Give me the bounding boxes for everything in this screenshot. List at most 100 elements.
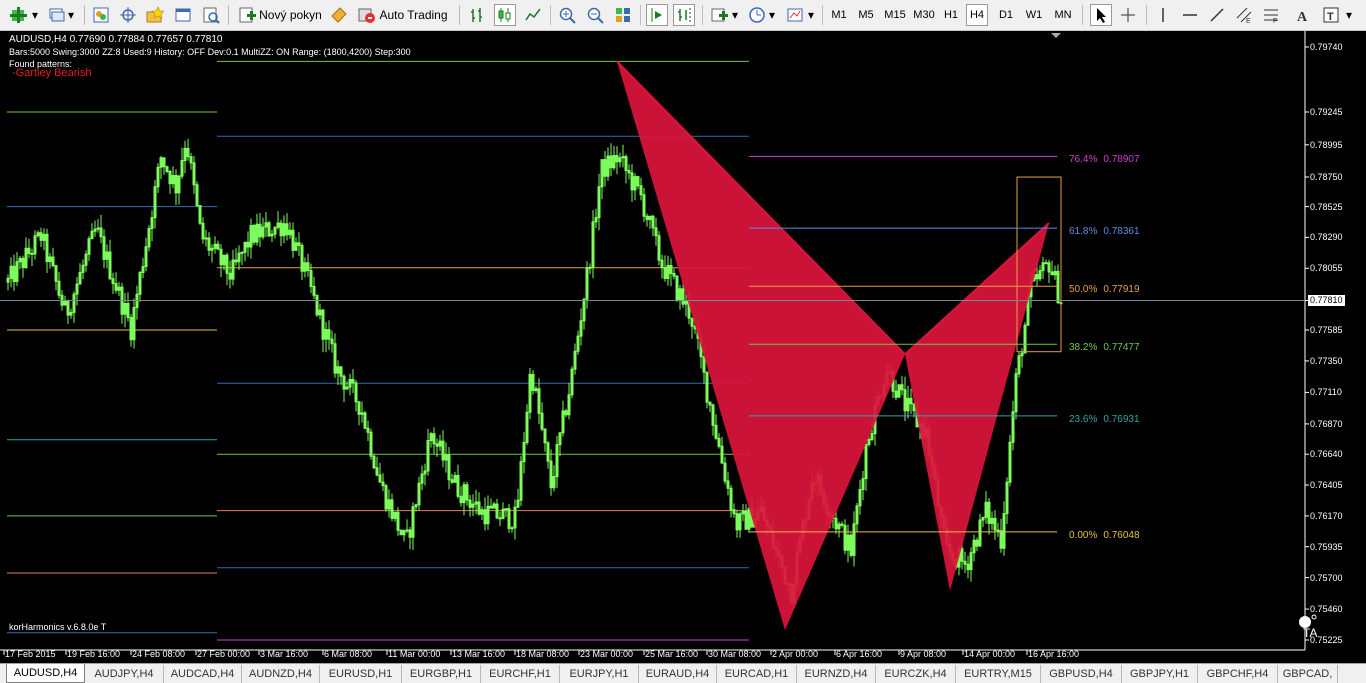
price-tick-label: 0.76640: [1310, 449, 1343, 460]
chevron-down-icon[interactable]: ▾: [805, 4, 817, 26]
time-tick-label: 3 Mar 16:00: [260, 649, 309, 659]
periods-clock-icon[interactable]: [746, 4, 768, 26]
chart-shift-marker: [1051, 33, 1061, 38]
tab-audjpy-h4[interactable]: AUDJPY,H4: [85, 665, 164, 683]
fib-percent: 76.4%: [1069, 154, 1098, 166]
indicator-info-line: Bars:5000 Swing:3000 ZZ:8 Used:9 History…: [9, 47, 411, 57]
favorites-icon[interactable]: [144, 4, 166, 26]
tab-euraud-h4[interactable]: EURAUD,H4: [639, 665, 717, 683]
text-tool-icon[interactable]: A: [1291, 4, 1313, 26]
time-tick-label: 11 Mar 00:00: [388, 649, 441, 659]
timeframe-m15[interactable]: M15: [882, 4, 908, 26]
text-label-icon[interactable]: T: [1320, 4, 1342, 26]
timeframe-mn[interactable]: MN: [1050, 4, 1076, 26]
bar-chart-icon[interactable]: [467, 4, 489, 26]
vertical-line-icon[interactable]: [1152, 4, 1174, 26]
new-chart-icon[interactable]: [8, 4, 30, 26]
indicator-version: korHarmonics v.6.8.0e T: [9, 622, 107, 632]
fib-percent: 61.8%: [1069, 226, 1098, 238]
timeframe-m5[interactable]: M5: [854, 4, 878, 26]
tab-gbpchf-h4[interactable]: GBPCHF,H4: [1198, 665, 1278, 683]
fib-value: 0.76931: [1103, 413, 1140, 425]
chart-shift-icon[interactable]: [673, 4, 695, 26]
tab-gbpcad[interactable]: GBPCAD,: [1278, 665, 1338, 683]
timeframe-m30[interactable]: M30: [911, 4, 937, 26]
price-tick-label: 0.77110: [1310, 387, 1342, 398]
time-tick-label: 6 Mar 08:00: [324, 649, 373, 659]
tab-gbpjpy-h1[interactable]: GBPJPY,H1: [1122, 665, 1198, 683]
fib-value: 0.76048: [1103, 529, 1140, 541]
price-tick-label: 0.78750: [1310, 172, 1343, 183]
tab-eurjpy-h1[interactable]: EURJPY,H1: [560, 665, 639, 683]
tile-windows-icon[interactable]: [612, 4, 634, 26]
fibonacci-icon[interactable]: F: [1260, 4, 1282, 26]
fib-percent: 0.00%: [1069, 529, 1098, 541]
zoom-in-icon[interactable]: [556, 4, 578, 26]
auto-trading-button[interactable]: Auto Trading: [355, 4, 451, 26]
candlestick-chart-icon[interactable]: [494, 4, 516, 26]
fib-label: 76.4% 0.78907: [1069, 154, 1140, 165]
crosshair-move-icon[interactable]: [117, 4, 139, 26]
tab-eurcad-h1[interactable]: EURCAD,H1: [717, 665, 797, 683]
fib-label: 0.00% 0.76048: [1069, 530, 1140, 541]
timeframe-d1[interactable]: D1: [994, 4, 1018, 26]
tab-gbpusd-h4[interactable]: GBPUSD,H4: [1041, 665, 1122, 683]
main-toolbar: ▾ ▾ Nový pokyn Auto Trading ▾ ▾ ▾ E F A …: [0, 0, 1366, 31]
tab-audnzd-h4[interactable]: AUDNZD,H4: [242, 665, 320, 683]
new-order-button[interactable]: Nový pokyn: [236, 4, 324, 26]
time-tick-label: 2 Apr 00:00: [772, 649, 819, 659]
auto-scroll-icon[interactable]: [646, 4, 668, 26]
fib-label: 50.0% 0.77919: [1069, 284, 1140, 295]
chevron-down-icon[interactable]: ▾: [1342, 4, 1356, 26]
fib-label: 61.8% 0.78361: [1069, 226, 1140, 237]
tab-audcad-h4[interactable]: AUDCAD,H4: [164, 665, 242, 683]
price-tick-label: 0.76870: [1310, 418, 1343, 429]
terminal-icon[interactable]: [172, 4, 194, 26]
market-watch-icon[interactable]: [90, 4, 112, 26]
time-tick-label: 16 Apr 16:00: [1028, 649, 1080, 659]
pattern-xab-triangle: [617, 61, 905, 631]
fib-value: 0.78907: [1103, 154, 1140, 166]
time-tick-label: 27 Feb 00:00: [197, 649, 251, 659]
horizontal-line-icon[interactable]: [1179, 4, 1201, 26]
tab-eurusd-h1[interactable]: EURUSD,H1: [320, 665, 402, 683]
timeframe-h4[interactable]: H4: [966, 4, 988, 26]
pattern-bcd-triangle: [905, 222, 1049, 591]
chart-tabs: AUDUSD,H4 AUDJPY,H4 AUDCAD,H4 AUDNZD,H4 EURU…: [0, 663, 1366, 683]
chevron-down-icon[interactable]: ▾: [729, 4, 741, 26]
cursor-arrow-icon[interactable]: [1090, 4, 1112, 26]
time-tick-label: 6 Apr 16:00: [836, 649, 883, 659]
candlestick-series: [6, 138, 1063, 609]
timeframe-h1[interactable]: H1: [940, 4, 962, 26]
equidistant-channel-icon[interactable]: E: [1233, 4, 1255, 26]
chevron-down-icon[interactable]: ▾: [64, 4, 78, 26]
fib-label: 38.2% 0.77477: [1069, 342, 1140, 353]
one-click-trading-icon[interactable]: [328, 4, 350, 26]
zoom-out-icon[interactable]: [584, 4, 606, 26]
timeframe-w1[interactable]: W1: [1022, 4, 1046, 26]
price-tick-label: 0.78055: [1310, 263, 1343, 274]
tab-eurgbp-h1[interactable]: EURGBP,H1: [402, 665, 481, 683]
strategy-tester-icon[interactable]: [200, 4, 222, 26]
timeframe-m1[interactable]: M1: [827, 4, 851, 26]
price-tick-label: 0.78995: [1310, 139, 1343, 150]
tab-eurnzd-h4[interactable]: EURNZD,H4: [797, 665, 876, 683]
fib-value: 0.78361: [1103, 226, 1140, 238]
templates-icon[interactable]: [784, 4, 806, 26]
fib-value: 0.77477: [1103, 342, 1140, 354]
price-chart[interactable]: AUDUSD,H4 0.77690 0.77884 0.77657 0.7781…: [0, 31, 1366, 663]
crosshair-icon[interactable]: [1117, 4, 1139, 26]
time-tick-label: 19 Feb 16:00: [67, 649, 121, 659]
tab-eurchf-h1[interactable]: EURCHF,H1: [481, 665, 560, 683]
trendline-icon[interactable]: [1206, 4, 1228, 26]
fib-value: 0.77919: [1103, 284, 1140, 296]
tab-eurtry-m15[interactable]: EURTRY,M15: [956, 665, 1041, 683]
svg-text:A: A: [1297, 10, 1308, 24]
time-tick-label: 23 Mar 00:00: [580, 649, 634, 659]
tab-eurczk-h4[interactable]: EURCZK,H4: [876, 665, 956, 683]
chevron-down-icon[interactable]: ▾: [28, 4, 42, 26]
tab-audusd-h4[interactable]: AUDUSD,H4: [6, 664, 85, 683]
line-chart-icon[interactable]: [522, 4, 544, 26]
chevron-down-icon[interactable]: ▾: [766, 4, 778, 26]
indicators-icon[interactable]: [708, 4, 730, 26]
